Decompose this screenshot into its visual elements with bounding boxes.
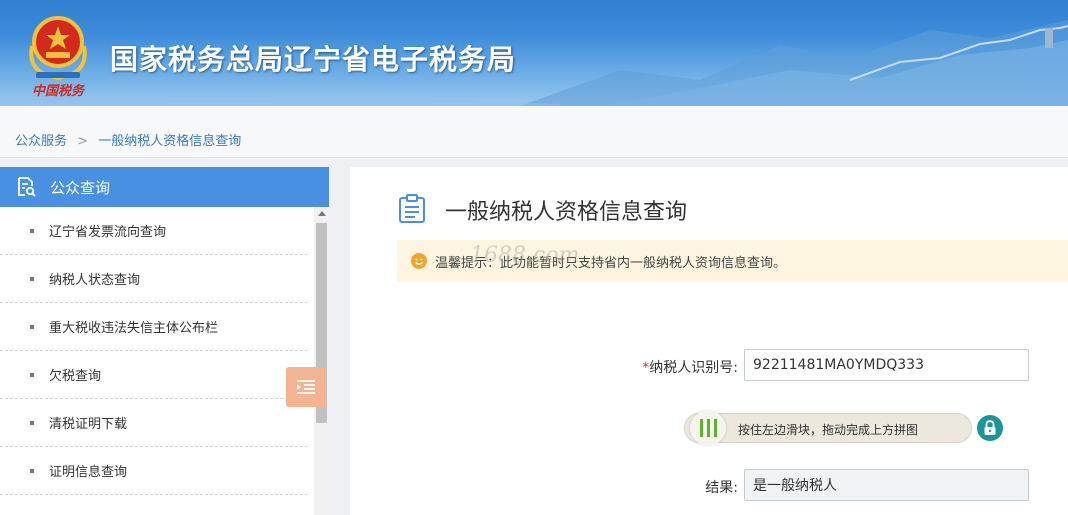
- sidebar-item-tax-arrears[interactable]: 欠税查询: [0, 351, 308, 399]
- sidebar-item-label: 清税证明下载: [49, 417, 128, 432]
- scroll-up-arrow-icon[interactable]: [318, 211, 326, 216]
- sidebar-header[interactable]: 公众查询: [0, 167, 329, 207]
- taxpayer-id-label-text: 纳税人识别号:: [649, 360, 738, 376]
- sidebar: 公众查询 辽宁省发票流向查询 纳税人状态查询 重大税收违法失信主体公布栏 欠税查…: [0, 167, 329, 515]
- bullet: [30, 420, 34, 425]
- sidebar-item-label: 纳税人状态查询: [49, 273, 141, 288]
- taxpayer-id-input[interactable]: [744, 349, 1029, 381]
- sidebar-item-label: 欠税查询: [49, 369, 102, 384]
- document-search-icon: [18, 177, 36, 197]
- smile-icon: [411, 253, 427, 269]
- sidebar-item-label: 证明信息查询: [49, 465, 128, 480]
- breadcrumb: 公众服务 > 一般纳税人资格信息查询: [0, 106, 1068, 158]
- sidebar-item-label: 辽宁省发票流向查询: [49, 225, 167, 240]
- notice-text: 温馨提示：此功能暂时只支持省内一般纳税人资询信息查询。: [435, 255, 787, 271]
- sidebar-item-certificate-query[interactable]: 证明信息查询: [0, 447, 308, 495]
- site-title: 国家税务总局辽宁省电子税务局: [110, 43, 517, 76]
- bullet: [30, 372, 34, 377]
- taxpayer-id-label: *纳税人识别号:: [600, 357, 738, 377]
- captcha-slider-handle[interactable]: [690, 411, 726, 445]
- page-title: 一般纳税人资格信息查询: [445, 200, 688, 225]
- sidebar-item-label: 重大税收违法失信主体公布栏: [49, 321, 219, 336]
- sidebar-item-clearance-download[interactable]: 清税证明下载: [0, 399, 308, 447]
- captcha-slider-text: 按住左边滑块，拖动完成上方拼图: [738, 423, 919, 437]
- breadcrumb-public-services[interactable]: 公众服务: [15, 134, 67, 149]
- notice-bar: 温馨提示：此功能暂时只支持省内一般纳税人资询信息查询。: [397, 240, 1068, 282]
- clipboard-list-icon: [399, 194, 425, 223]
- bullet: [30, 228, 34, 233]
- sidebar-title: 公众查询: [50, 178, 111, 197]
- site-header: 中国税务 国家税务总局辽宁省电子税务局: [0, 0, 1068, 106]
- bullet: [30, 324, 34, 329]
- captcha-lock-button[interactable]: [977, 415, 1003, 441]
- bullet: [30, 468, 34, 473]
- grip-bar: [699, 419, 703, 437]
- sidebar-item-violation-bulletin[interactable]: 重大税收违法失信主体公布栏: [0, 303, 308, 351]
- sidebar-item-taxpayer-status[interactable]: 纳税人状态查询: [0, 255, 308, 303]
- breadcrumb-separator: >: [77, 134, 89, 149]
- main-panel: 一般纳税人资格信息查询 温馨提示：此功能暂时只支持省内一般纳税人资询信息查询。 …: [350, 167, 1068, 515]
- breadcrumb-current-page[interactable]: 一般纳税人资格信息查询: [98, 134, 241, 149]
- result-label: 结果:: [705, 480, 738, 496]
- bullet: [30, 276, 34, 281]
- menu-indent-icon: [297, 380, 315, 394]
- logo-caption: 中国税务: [32, 84, 85, 99]
- grip-bar: [713, 419, 717, 437]
- grip-bar: [706, 419, 710, 437]
- sidebar-item-invoice-flow[interactable]: 辽宁省发票流向查询: [0, 207, 308, 255]
- result-field: [744, 469, 1029, 501]
- lock-icon: [984, 420, 996, 435]
- sidebar-scrollbar[interactable]: [314, 207, 329, 515]
- sidebar-menu: 辽宁省发票流向查询 纳税人状态查询 重大税收违法失信主体公布栏 欠税查询 清税证…: [0, 207, 329, 495]
- collapse-menu-button[interactable]: [286, 367, 326, 407]
